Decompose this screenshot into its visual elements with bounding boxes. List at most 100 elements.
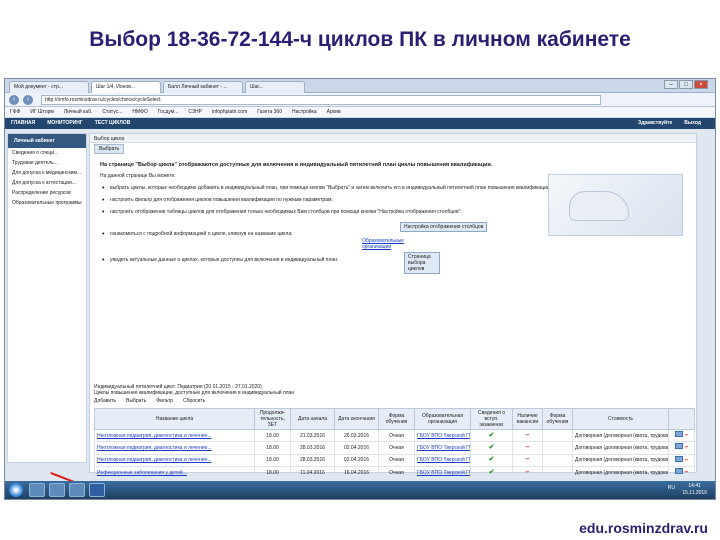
browser-tab[interactable]: Мой документ - стр... — [9, 81, 89, 93]
minus-icon: – — [525, 456, 530, 464]
start-date-cell: 28.03.2016 — [290, 453, 335, 468]
bookmark[interactable]: Настройка — [292, 109, 317, 115]
browser-tab[interactable]: Шаг... — [245, 81, 305, 93]
column-header[interactable]: Стоимость — [572, 408, 669, 430]
address-input[interactable]: http://nmfo.rosminzdrav.ru/cycles/choice… — [41, 95, 601, 105]
remove-row-icon[interactable]: – — [684, 432, 688, 439]
filter-button[interactable]: Фильтр — [156, 398, 173, 404]
column-header[interactable]: Дата начала — [290, 408, 335, 430]
bookmark[interactable]: ГФФ — [10, 109, 20, 115]
nav-home[interactable]: ГЛАВНАЯ — [11, 120, 35, 126]
sidebar-item[interactable]: Сведения о специ... — [8, 148, 86, 158]
reset-button[interactable]: Сбросить — [183, 398, 205, 404]
decorative-photo — [548, 174, 683, 236]
table-row[interactable]: Неотложная педиатрия, диагностика и лече… — [94, 428, 695, 443]
form-cell: Очная — [378, 453, 415, 468]
select-row-icon[interactable] — [674, 468, 683, 475]
sidebar-item[interactable]: Трудовая деятель... — [8, 158, 86, 168]
table-toolbar: Добавить Выбрать Фильтр Сбросить — [94, 398, 694, 407]
cycle-name-link[interactable]: Неотложная педиатрия, диагностика и лече… — [94, 428, 255, 443]
org-link[interactable]: ГБОУ ВПО Тверской ГМУ — [414, 428, 471, 443]
forward-icon[interactable]: › — [23, 95, 33, 105]
price-cell: Договорная (договорная (квота, трудовая)… — [572, 453, 669, 468]
bookmark[interactable]: Личный каб. — [64, 109, 93, 115]
nav-monitoring[interactable]: МОНИТОРИНГ — [47, 120, 82, 126]
column-header[interactable]: Наличие вакансии — [512, 408, 543, 430]
column-header[interactable]: Форма обучения — [378, 408, 415, 430]
table-row[interactable]: Инфекционные заболевания у детей... 18.00… — [94, 466, 695, 480]
bookmark[interactable]: НМФО — [132, 109, 147, 115]
bookmark[interactable]: ИГ Шторм — [30, 109, 54, 115]
column-header[interactable]: Название цикла — [94, 408, 255, 430]
browser-tabbar: Мой документ - стр... Шаг 1/4, Ионов... … — [5, 79, 715, 93]
check-icon: ✔ — [488, 456, 495, 464]
empty-cell — [542, 441, 573, 455]
org-link[interactable]: ГБОУ ВПО Тверской ГМУ — [414, 466, 471, 480]
start-button[interactable] — [9, 483, 23, 497]
user-name[interactable]: Здравствуйте — [638, 120, 672, 126]
sidebar-item[interactable]: Распределение ресурсов — [8, 188, 86, 198]
back-icon[interactable]: ‹ — [9, 95, 19, 105]
browser-screenshot: Мой документ - стр... Шаг 1/4, Ионов... … — [4, 78, 716, 500]
bookmark[interactable]: infophpiatri.com — [212, 109, 247, 115]
browser-tab[interactable]: Балл Личный кабинет - ... — [163, 81, 243, 93]
clock[interactable]: 14:41 15.11.2016 — [682, 483, 707, 497]
nav-test-cycles[interactable]: ТЕСТ ЦИКЛОВ — [95, 120, 131, 126]
logout-link[interactable]: Выход — [684, 120, 701, 126]
column-header[interactable]: Форма обучения — [542, 408, 573, 430]
empty-cell — [542, 466, 573, 480]
breadcrumb[interactable]: Выбор цикла — [90, 134, 696, 143]
main-panel: Выбор цикла Выбрать На странице "Выбор ц… — [89, 133, 697, 499]
org-link[interactable]: ГБОУ ВПО Тверской ГМУ — [414, 453, 471, 468]
remove-row-icon[interactable]: – — [684, 444, 688, 451]
check-icon: ✔ — [488, 431, 495, 439]
taskbar-app-icon[interactable] — [49, 483, 65, 497]
sidebar-item[interactable]: Образовательные программы — [8, 198, 86, 208]
column-header[interactable]: Продолжи-тельность, ЗЕТ — [254, 408, 291, 430]
sidebar-item[interactable]: Для допуска к медицинским... — [8, 168, 86, 178]
close-button[interactable]: × — [694, 80, 708, 89]
duration-cell: 18.00 — [254, 441, 291, 455]
cycle-name-link[interactable]: Неотложная педиатрия, диагностика и лече… — [94, 441, 255, 455]
start-date-cell: 21.03.2016 — [290, 428, 335, 443]
column-header[interactable]: Дата окончания — [334, 408, 379, 430]
bookmark[interactable]: Архив — [327, 109, 341, 115]
select-button[interactable]: Выбрать — [126, 398, 146, 404]
plan-title: Индивидуальный пятилетний цикл: Педиатри… — [94, 384, 694, 396]
hand-keyboard-icon — [569, 191, 629, 221]
table-row[interactable]: Неотложная педиатрия, диагностика и лече… — [94, 453, 695, 468]
tab-choose[interactable]: Выбрать — [94, 144, 125, 154]
window-controls: – □ × — [663, 80, 713, 91]
column-settings-button[interactable]: Настройка отображения столбцов — [400, 222, 488, 232]
maximize-button[interactable]: □ — [679, 80, 693, 89]
bookmark[interactable]: Госдум... — [158, 109, 179, 115]
taskbar-app-icon[interactable] — [69, 483, 85, 497]
duration-cell: 18.00 — [254, 428, 291, 443]
select-row-icon[interactable] — [674, 431, 683, 437]
cycle-page-link[interactable]: Страница выбора циклов — [404, 252, 440, 274]
select-row-icon[interactable] — [674, 455, 683, 462]
browser-tab-active[interactable]: Шаг 1/4, Ионов... — [91, 81, 161, 93]
add-button[interactable]: Добавить — [94, 398, 116, 404]
org-link[interactable]: Образовательные организации — [362, 238, 404, 250]
column-header[interactable]: Сведения о вступ. экзаменах — [470, 408, 513, 430]
form-cell: Очная — [378, 428, 415, 443]
table-row[interactable]: Неотложная педиатрия, диагностика и лече… — [94, 441, 695, 455]
bookmark[interactable]: Статус... — [102, 109, 122, 115]
minimize-button[interactable]: – — [664, 80, 678, 89]
word-app-icon[interactable] — [89, 483, 105, 497]
org-link[interactable]: ГБОУ ВПО Тверской ГМУ — [414, 441, 471, 455]
bookmark[interactable]: СЗНР — [188, 109, 202, 115]
column-header[interactable]: Образовательная организация — [414, 408, 471, 430]
remove-row-icon[interactable]: – — [684, 469, 688, 476]
remove-row-icon[interactable]: – — [684, 457, 688, 464]
bookmarks-bar: ГФФ ИГ Шторм Личный каб. Статус... НМФО Госду… — [5, 107, 715, 118]
check-icon: ✔ — [488, 468, 495, 476]
bookmark[interactable]: Газета 360 — [257, 109, 282, 115]
taskbar-app-icon[interactable] — [29, 483, 45, 497]
sidebar-item[interactable]: Для допуска к аттестации... — [8, 178, 86, 188]
language-indicator[interactable]: RU — [668, 485, 675, 491]
cycle-name-link[interactable]: Неотложная педиатрия, диагностика и лече… — [94, 453, 255, 468]
cycle-name-link[interactable]: Инфекционные заболевания у детей... — [94, 466, 255, 480]
select-row-icon[interactable] — [674, 443, 683, 450]
